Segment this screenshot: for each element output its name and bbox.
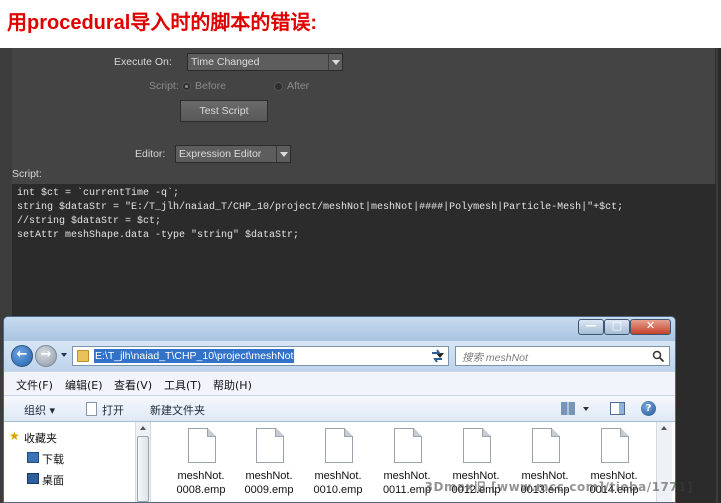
- file-item[interactable]: meshNot. 0009.emp: [235, 422, 303, 502]
- file-name: meshNot.: [245, 470, 293, 482]
- download-folder-icon: [27, 452, 39, 463]
- scroll-up-icon[interactable]: [661, 426, 667, 430]
- menu-view[interactable]: 查看(V): [114, 377, 152, 393]
- script-section-label: Script:: [12, 168, 42, 180]
- document-file-icon: [325, 428, 353, 463]
- document-file-icon: [463, 428, 491, 463]
- menu-help[interactable]: 帮助(H): [213, 377, 252, 393]
- file-name: 0008.emp: [176, 484, 226, 496]
- document-file-icon: [532, 428, 560, 463]
- minimize-icon: —: [585, 319, 597, 332]
- refresh-button[interactable]: [427, 346, 447, 366]
- editor-label: Editor:: [135, 148, 166, 160]
- file-name: 0010.emp: [313, 484, 363, 496]
- editor-dropdown[interactable]: Expression Editor: [175, 145, 291, 163]
- execute-on-value: Time Changed: [191, 56, 260, 68]
- preview-pane-icon[interactable]: [610, 402, 625, 415]
- after-label: After: [287, 80, 310, 92]
- menu-tools[interactable]: 工具(T): [164, 377, 201, 393]
- file-name: meshNot.: [177, 470, 225, 482]
- star-icon: ★: [9, 429, 20, 443]
- editor-value: Expression Editor: [179, 148, 262, 160]
- new-folder-button[interactable]: 新建文件夹: [150, 402, 205, 418]
- search-icon[interactable]: [652, 350, 665, 363]
- title-bar[interactable]: — □ ✕: [4, 317, 675, 341]
- before-label: Before: [195, 80, 226, 92]
- menu-edit[interactable]: 编辑(E): [65, 377, 103, 393]
- history-chevron-icon[interactable]: [61, 353, 67, 357]
- address-field[interactable]: E:\T_jlh\naiad_T\CHP_10\project\meshNot: [72, 346, 449, 366]
- search-placeholder: 搜索 meshNot: [462, 352, 528, 364]
- help-icon[interactable]: ?: [641, 401, 656, 416]
- code-line: setAttr meshShape.data -type "string" $d…: [17, 230, 300, 241]
- open-button[interactable]: 打开: [102, 402, 124, 418]
- organize-button[interactable]: 组织 ▾: [24, 402, 55, 418]
- navigation-pane: ★ 收藏夹 下载 桌面: [4, 422, 135, 502]
- nav-item-favorites[interactable]: ★ 收藏夹: [9, 430, 57, 446]
- file-name: meshNot.: [314, 470, 362, 482]
- nav-item-label: 下载: [42, 453, 64, 466]
- maximize-button[interactable]: □: [604, 319, 630, 335]
- script-timing-label: Script:: [149, 80, 179, 92]
- command-bar: 组织 ▾ 打开 新建文件夹 ?: [4, 395, 675, 422]
- menu-file[interactable]: 文件(F): [16, 377, 53, 393]
- back-icon: ←: [16, 347, 28, 362]
- chevron-down-icon[interactable]: [583, 407, 589, 411]
- document-file-icon: [188, 428, 216, 463]
- page-heading: 用procedural导入时的脚本的错误:: [7, 12, 318, 34]
- close-icon: ✕: [645, 319, 656, 332]
- radio-dot-icon: [185, 85, 188, 88]
- back-button[interactable]: ←: [11, 345, 33, 367]
- scroll-thumb[interactable]: [137, 436, 149, 502]
- explorer-window: — □ ✕ ← → E:\T_jlh\naiad_T\CHP_10\projec…: [3, 316, 676, 503]
- search-field[interactable]: 搜索 meshNot: [455, 346, 670, 366]
- file-name: 0009.emp: [244, 484, 294, 496]
- nav-scrollbar[interactable]: [135, 422, 151, 502]
- document-file-icon: [256, 428, 284, 463]
- code-line: string $dataStr = "E:/T_jlh/naiad_T/CHP_…: [17, 202, 624, 213]
- maximize-icon: □: [611, 319, 623, 332]
- nav-item-desktop[interactable]: 桌面: [27, 472, 64, 488]
- code-line: int $ct = `currentTime -q`;: [17, 188, 180, 199]
- forward-button[interactable]: →: [35, 345, 57, 367]
- after-radio[interactable]: [274, 82, 283, 91]
- address-bar-row: ← → E:\T_jlh\naiad_T\CHP_10\project\mesh…: [4, 341, 675, 371]
- open-icon: [86, 402, 97, 416]
- nav-item-label: 收藏夹: [24, 432, 57, 445]
- file-item[interactable]: meshNot. 0008.emp: [167, 422, 235, 502]
- folder-icon: [77, 350, 89, 362]
- close-button[interactable]: ✕: [630, 319, 671, 335]
- document-file-icon: [394, 428, 422, 463]
- address-path[interactable]: E:\T_jlh\naiad_T\CHP_10\project\meshNot: [94, 349, 295, 363]
- desktop-icon: [27, 473, 39, 484]
- chevron-down-icon: [328, 54, 342, 70]
- watermark: 3Dmax旧 [www.mcc.com]/tieba/1771]: [424, 480, 693, 494]
- execute-on-label: Execute On:: [114, 56, 172, 68]
- view-options-icon[interactable]: [561, 402, 575, 415]
- chevron-down-icon: [276, 146, 290, 162]
- nav-item-downloads[interactable]: 下载: [27, 451, 64, 467]
- test-script-button[interactable]: Test Script: [180, 100, 268, 122]
- document-file-icon: [601, 428, 629, 463]
- nav-item-label: 桌面: [42, 474, 64, 487]
- minimize-button[interactable]: —: [578, 319, 604, 335]
- forward-icon: →: [40, 347, 52, 362]
- menu-bar: 文件(F) 编辑(E) 查看(V) 工具(T) 帮助(H): [4, 371, 675, 395]
- before-radio[interactable]: [182, 82, 191, 91]
- execute-on-dropdown[interactable]: Time Changed: [187, 53, 343, 71]
- code-line: //string $dataStr = $ct;: [17, 216, 162, 227]
- file-item[interactable]: meshNot. 0010.emp: [304, 422, 372, 502]
- scroll-up-icon[interactable]: [140, 426, 146, 430]
- refresh-icon: [432, 349, 442, 363]
